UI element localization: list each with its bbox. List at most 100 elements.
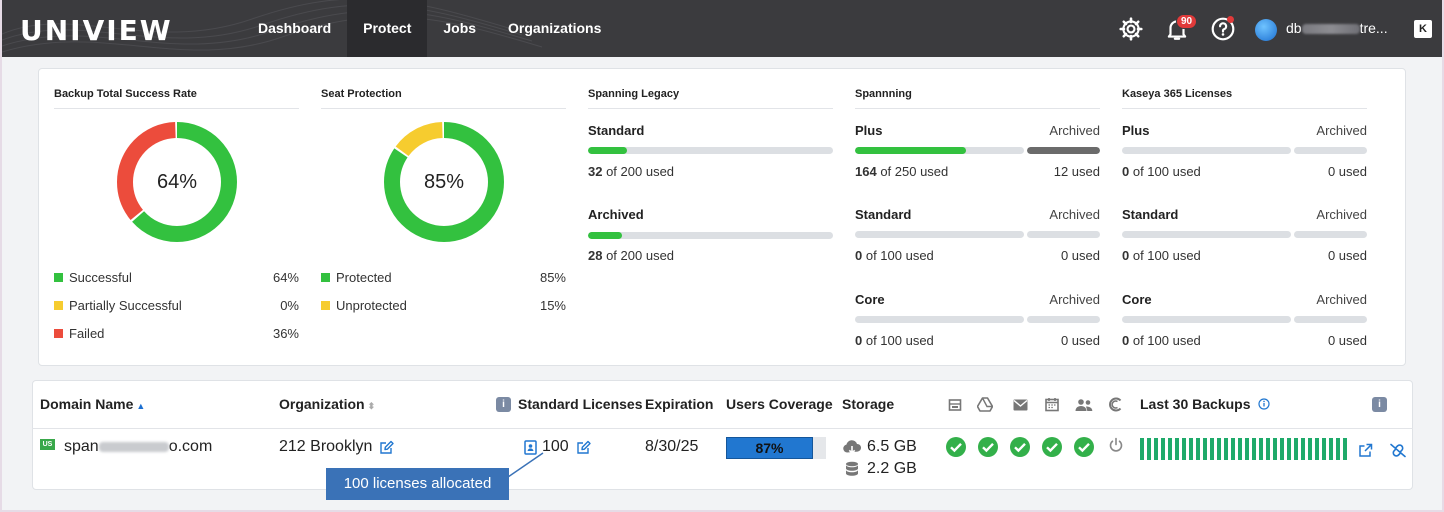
legacy-archived-bar: [588, 232, 833, 239]
backup-day-bar[interactable]: [1217, 438, 1221, 460]
backup-day-bar[interactable]: [1140, 438, 1144, 460]
backup-day-bar[interactable]: [1329, 438, 1333, 460]
legend-label: Protected: [336, 270, 392, 285]
backup-day-bar[interactable]: [1252, 438, 1256, 460]
backup-day-bar[interactable]: [1259, 438, 1263, 460]
backup-day-bar[interactable]: [1336, 438, 1340, 460]
backup-day-bar[interactable]: [1273, 438, 1277, 460]
spanning-archived-bar: [1027, 316, 1100, 323]
backup-day-bar[interactable]: [1238, 438, 1242, 460]
backup-day-bar[interactable]: [1168, 438, 1172, 460]
backup-day-bar[interactable]: [1175, 438, 1179, 460]
legend-label: Successful: [69, 270, 132, 285]
backup-day-bar[interactable]: [1147, 438, 1151, 460]
app-logo[interactable]: UNIVIEW: [20, 14, 173, 47]
seat-percent: 85%: [423, 171, 465, 193]
backup-day-bar[interactable]: [1287, 438, 1291, 460]
organization-name[interactable]: 212 Brooklyn: [279, 438, 372, 456]
col-storage[interactable]: Storage: [842, 396, 894, 412]
external-link-icon[interactable]: [1358, 443, 1373, 458]
legacy-title: Spanning Legacy: [588, 88, 680, 100]
check-circle-icon: [1074, 437, 1094, 457]
legend-swatch: [321, 301, 330, 310]
backup-day-bar[interactable]: [1266, 438, 1270, 460]
kaseya-row-label: Standard: [1122, 207, 1179, 222]
backup-percent: 64%: [156, 171, 198, 193]
kaseya-used-text: 0 of 100 used: [1122, 333, 1201, 348]
info-icon[interactable]: i: [1372, 397, 1387, 412]
info-icon[interactable]: i: [496, 397, 511, 412]
backup-day-bar[interactable]: [1224, 438, 1228, 460]
col-expiration[interactable]: Expiration: [645, 396, 713, 412]
spanning-archived-bar: [1027, 231, 1100, 238]
redacted-text: [98, 441, 169, 452]
salesforce-backup-icon: [1109, 397, 1122, 412]
gear-icon[interactable]: [1118, 16, 1144, 42]
domain-name[interactable]: span o.com: [64, 438, 212, 456]
col-standard-licenses[interactable]: Standard Licenses: [518, 396, 643, 412]
backup-day-bar[interactable]: [1294, 438, 1298, 460]
help-alert-dot: [1227, 16, 1234, 23]
user-name-prefix: db: [1286, 20, 1302, 36]
col-label: Domain Name: [40, 396, 134, 412]
edit-icon[interactable]: [379, 440, 394, 455]
backup-day-bar[interactable]: [1343, 438, 1347, 460]
divider: [321, 108, 566, 109]
redacted-text: [1301, 24, 1360, 35]
col-organization[interactable]: Organization ⬍: [279, 396, 375, 412]
backup-day-bar[interactable]: [1161, 438, 1165, 460]
spanning-archived-label: Archived: [1049, 207, 1100, 222]
backup-day-bar[interactable]: [1301, 438, 1305, 460]
check-circle-icon: [978, 437, 998, 457]
database-icon: [846, 461, 858, 476]
spanning-usage-bar: [855, 316, 1024, 323]
backup-day-bar[interactable]: [1308, 438, 1312, 460]
nav-organizations[interactable]: Organizations: [492, 0, 617, 57]
calendar-icon: [1045, 398, 1059, 412]
licenses-tooltip: 100 licenses allocated: [326, 468, 509, 500]
kaseya-usage-bar: [1122, 231, 1291, 238]
kaseya-icon[interactable]: K: [1414, 20, 1432, 38]
kaseya-archived-bar: [1294, 147, 1367, 154]
legend-swatch: [54, 273, 63, 282]
storage-cloud: 6.5 GB: [867, 438, 917, 455]
backup-day-bar[interactable]: [1182, 438, 1186, 460]
backup-day-bar[interactable]: [1203, 438, 1207, 460]
info-circle-icon[interactable]: [1258, 398, 1270, 410]
backup-day-bar[interactable]: [1322, 438, 1326, 460]
spanning-archived-used: 0 used: [1060, 333, 1100, 348]
edit-icon[interactable]: [576, 440, 591, 455]
backup-day-bar[interactable]: [1189, 438, 1193, 460]
legend-swatch: [321, 273, 330, 282]
mail-icon: [1013, 399, 1028, 411]
kaseya-archived-used: 0 used: [1327, 164, 1367, 179]
kaseya-archived-label: Archived: [1316, 207, 1367, 222]
unlink-icon[interactable]: [1389, 443, 1407, 458]
backup-day-bar[interactable]: [1210, 438, 1214, 460]
backup-day-bar[interactable]: [1315, 438, 1319, 460]
spanning-used-text: 164 of 250 used: [855, 164, 949, 179]
nav-jobs[interactable]: Jobs: [427, 0, 492, 57]
backup-day-bar[interactable]: [1280, 438, 1284, 460]
avatar[interactable]: [1255, 19, 1277, 41]
nav-dashboard[interactable]: Dashboard: [242, 0, 347, 57]
col-label: Last 30 Backups: [1140, 396, 1251, 412]
backup-day-bar[interactable]: [1245, 438, 1249, 460]
contacts-icon: [1075, 399, 1093, 411]
backup-day-bar[interactable]: [1154, 438, 1158, 460]
col-last-30-backups[interactable]: Last 30 Backups: [1140, 396, 1270, 412]
legend-protected: Protected: [321, 270, 392, 285]
last-30-backups-bars: [1140, 438, 1347, 460]
nav-protect[interactable]: Protect: [347, 0, 428, 57]
backup-day-bar[interactable]: [1196, 438, 1200, 460]
spanning-archived-label: Archived: [1049, 292, 1100, 307]
spanning-row-label: Core: [855, 292, 885, 307]
col-users-coverage[interactable]: Users Coverage: [726, 396, 833, 412]
power-icon[interactable]: [1108, 437, 1124, 453]
main-nav: Dashboard Protect Jobs Organizations: [242, 0, 617, 57]
kaseya-archived-used: 0 used: [1327, 333, 1367, 348]
col-domain-name[interactable]: Domain Name ▲: [40, 396, 145, 412]
backup-day-bar[interactable]: [1231, 438, 1235, 460]
user-menu[interactable]: db tre...: [1286, 20, 1388, 36]
country-flag-us: US: [40, 439, 55, 450]
